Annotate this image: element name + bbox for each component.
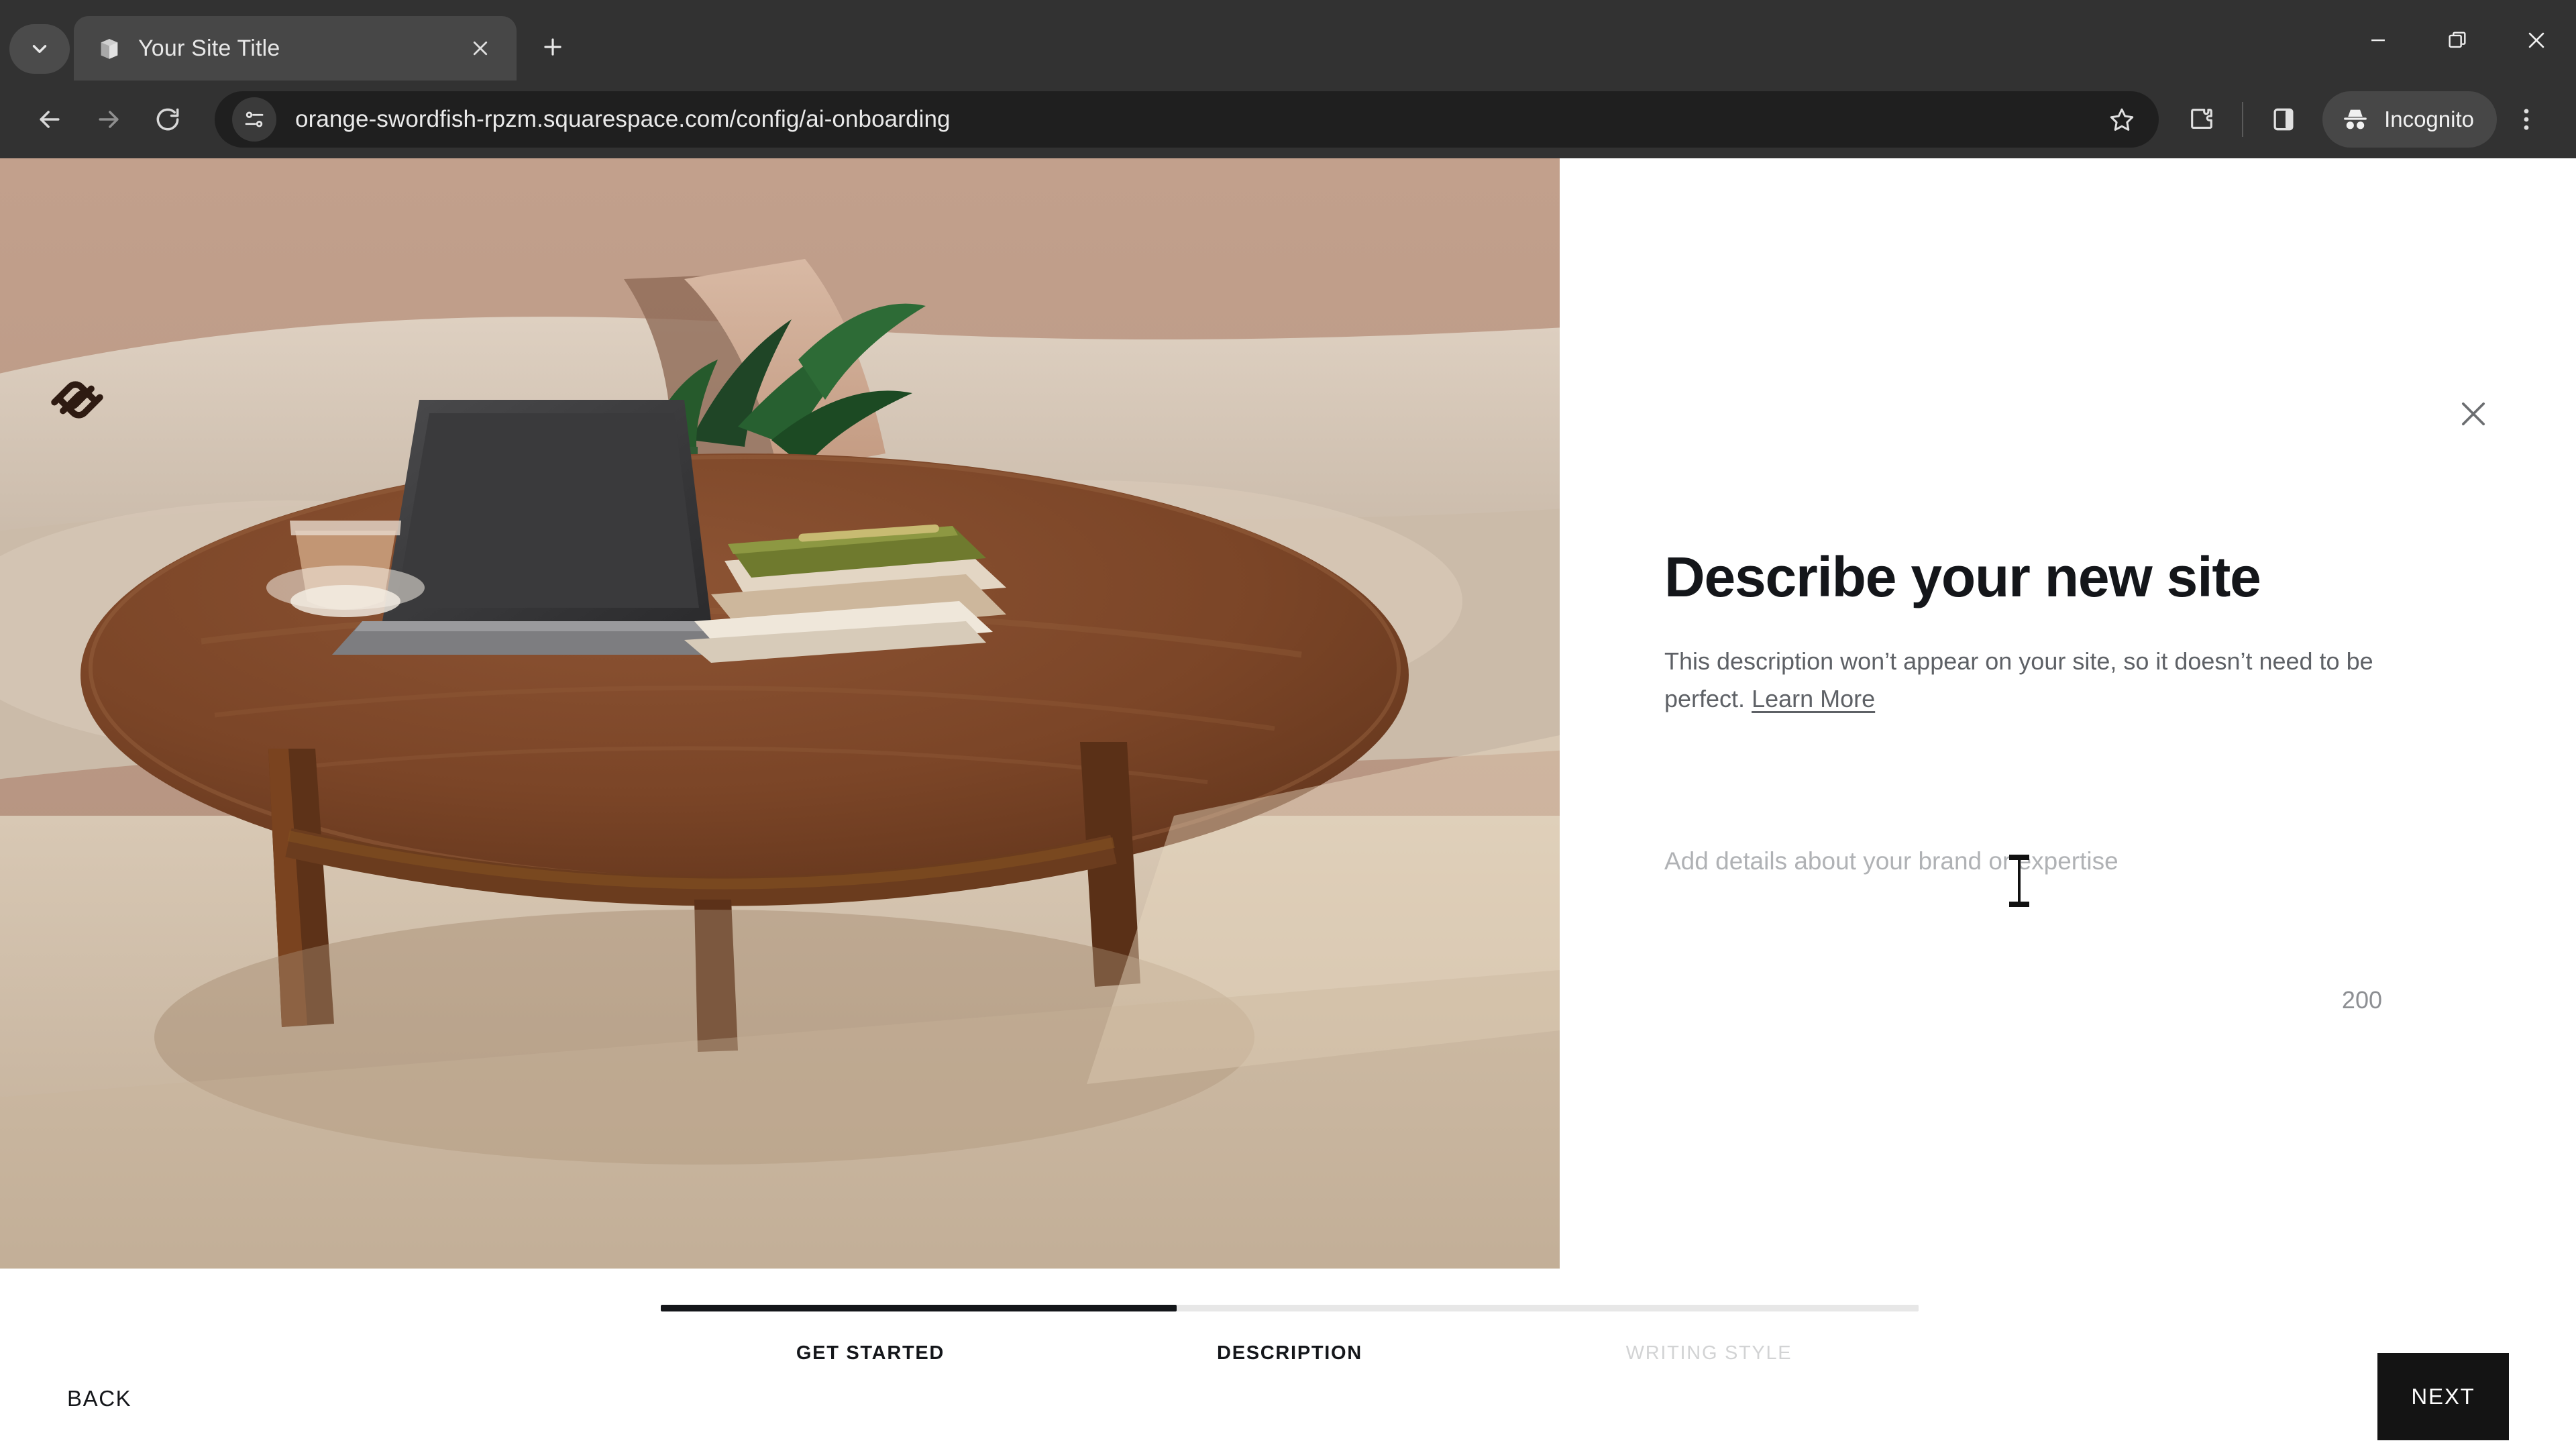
tab-search-button[interactable] [9,24,70,74]
tab-close-button[interactable] [462,30,499,67]
learn-more-link[interactable]: Learn More [1752,685,1875,712]
character-count: 200 [2341,985,2382,1014]
page-cube-icon [95,34,123,62]
incognito-indicator[interactable]: Incognito [2322,91,2497,148]
incognito-hat-icon [2344,109,2367,129]
minimize-icon [2371,39,2385,42]
living-room-photo [0,158,1560,1269]
onboarding-page: Describe your new site This description … [0,158,2576,1449]
page-subtitle: This description won’t appear on your si… [1664,643,2396,718]
arrow-right-icon [99,111,119,128]
plus-icon [544,38,561,56]
close-icon [473,41,488,56]
side-panel-icon [2273,108,2294,131]
back-button[interactable]: BACK [67,1269,131,1449]
chevron-down-icon [32,45,47,53]
three-dot-menu-icon [2524,109,2529,130]
window-minimize-button[interactable] [2339,0,2418,80]
tab-title: Your Site Title [138,35,280,61]
description-input[interactable]: Add details about your brand or expertis… [1664,844,2443,907]
step-writing-style[interactable]: WRITING STYLE [1499,1342,1919,1364]
address-bar[interactable]: orange-swordfish-rpzm.squarespace.com/co… [215,91,2159,148]
window-close-button[interactable] [2497,0,2576,80]
text-cursor [2009,854,2029,907]
reload-icon [156,108,179,131]
window-maximize-button[interactable] [2418,0,2497,80]
squarespace-logo-icon [51,381,103,419]
toolbar-divider [2242,102,2244,137]
step-get-started[interactable]: GET STARTED [661,1342,1080,1364]
arrow-left-icon [40,111,60,128]
description-placeholder: Add details about your brand or expertis… [1664,847,2118,875]
browser-tab[interactable]: Your Site Title [74,16,517,80]
puzzle-icon [2191,109,2212,129]
close-icon [2461,402,2485,426]
side-panel-button[interactable] [2254,90,2313,149]
hero-image [0,158,1560,1269]
forward-navigation-button[interactable] [79,90,138,149]
close-onboarding-button[interactable] [2446,386,2501,441]
description-panel: Describe your new site This description … [1560,158,2576,1269]
star-icon [2110,108,2134,131]
url-text[interactable]: orange-swordfish-rpzm.squarespace.com/co… [295,106,2097,133]
next-button[interactable]: NEXT [2377,1353,2509,1440]
reload-button[interactable] [138,90,197,149]
step-description[interactable]: DESCRIPTION [1080,1342,1499,1364]
progress-track [661,1305,1919,1311]
new-tab-button[interactable] [527,21,578,72]
progress-stepper: GET STARTED DESCRIPTION WRITING STYLE [661,1305,1919,1364]
site-settings-icon[interactable] [232,97,276,142]
onboarding-footer: BACK GET STARTED DESCRIPTION WRITING STY… [0,1269,2576,1449]
chrome-menu-button[interactable] [2497,90,2556,149]
content-row: Describe your new site This description … [0,158,2576,1269]
window-controls [2339,0,2576,80]
extensions-button[interactable] [2172,90,2231,149]
tab-strip: Your Site Title [0,0,2576,80]
browser-window: Your Site Title orange-swordfish-rpzm.sq… [0,0,2576,1449]
bookmark-button[interactable] [2097,95,2147,144]
step-labels: GET STARTED DESCRIPTION WRITING STYLE [661,1342,1919,1364]
progress-fill [661,1305,1177,1311]
panel-content: Describe your new site This description … [1664,158,2443,1014]
close-icon [2528,32,2544,48]
browser-toolbar: orange-swordfish-rpzm.squarespace.com/co… [0,80,2576,158]
restore-icon [2449,32,2466,48]
incognito-label: Incognito [2384,107,2474,131]
page-title: Describe your new site [1664,545,2261,608]
back-navigation-button[interactable] [20,90,79,149]
